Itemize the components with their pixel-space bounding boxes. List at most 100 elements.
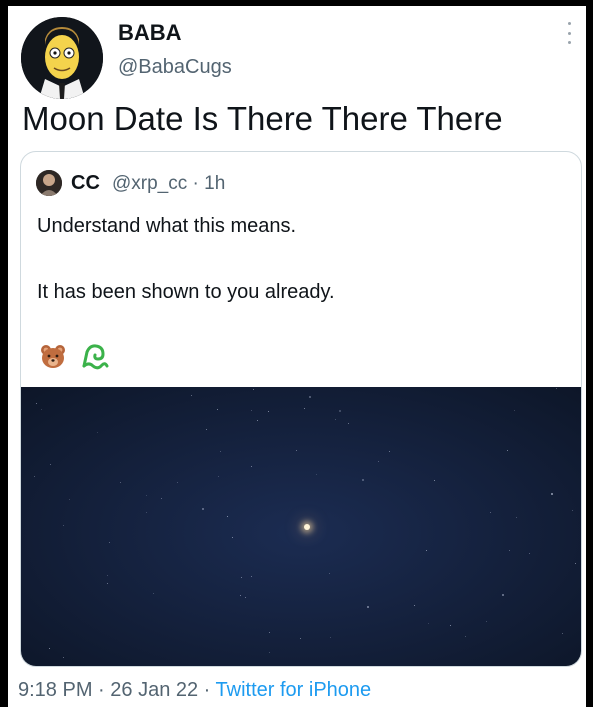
star [206, 429, 207, 430]
more-options-icon[interactable] [566, 22, 572, 44]
star [109, 542, 110, 543]
star [49, 648, 50, 649]
star [227, 516, 228, 517]
star [161, 498, 162, 499]
star [556, 388, 557, 389]
tweet-date[interactable]: 26 Jan 22 [110, 679, 198, 701]
star [465, 636, 466, 637]
star [329, 573, 330, 574]
star [177, 482, 178, 483]
star [502, 594, 504, 596]
star [36, 403, 37, 404]
star [251, 576, 252, 577]
star [50, 464, 51, 465]
star [486, 621, 487, 622]
bear-emoji-icon [41, 345, 65, 368]
emoji-row [39, 342, 109, 370]
quoted-author-handle[interactable]: @xrp_cc [112, 173, 187, 194]
star [316, 474, 317, 475]
quoted-avatar[interactable] [36, 170, 62, 196]
tweet-time[interactable]: 9:18 PM [18, 679, 92, 701]
star [251, 466, 252, 467]
star [269, 652, 270, 653]
star [120, 482, 121, 483]
star [529, 553, 530, 554]
tweet-screenshot: BABA @BabaCugs Moon Date Is There There … [0, 0, 593, 707]
footer-separator: · [92, 679, 111, 701]
star [514, 410, 515, 411]
author-avatar[interactable] [21, 17, 103, 99]
star [309, 396, 311, 398]
star [428, 623, 429, 624]
quoted-author-name[interactable]: CC [71, 172, 100, 195]
star [414, 605, 415, 606]
quoted-avatar-icon [36, 170, 62, 196]
star [232, 537, 233, 538]
footer-separator: · [198, 679, 216, 701]
star [217, 409, 218, 410]
star [146, 512, 147, 513]
star [339, 410, 341, 412]
star [509, 550, 510, 551]
star [97, 432, 98, 433]
star [562, 633, 563, 634]
star [296, 450, 297, 451]
star [389, 451, 390, 452]
star [426, 550, 427, 551]
left-border [0, 0, 8, 707]
star [107, 583, 108, 584]
star [245, 597, 246, 598]
tweet-source[interactable]: Twitter for iPhone [216, 679, 372, 701]
tweet-text: Moon Date Is There There There [22, 100, 503, 137]
star [253, 389, 254, 390]
star [63, 657, 64, 658]
quoted-meta: @xrp_cc · 1h [112, 173, 225, 195]
star [268, 411, 269, 412]
star [63, 525, 64, 526]
star [362, 479, 364, 481]
star [107, 575, 108, 576]
quoted-text-line-2: It has been shown to you already. [37, 281, 335, 303]
star [575, 563, 576, 564]
quoted-text-line-1: Understand what this means. [37, 215, 297, 237]
star [335, 419, 336, 420]
star [34, 476, 35, 477]
star [367, 606, 369, 608]
star [240, 595, 241, 596]
star [304, 408, 305, 409]
star [41, 409, 42, 410]
star [257, 420, 258, 421]
author-name[interactable]: BABA [118, 20, 182, 46]
star [269, 632, 270, 633]
night-sky-image[interactable] [21, 387, 581, 666]
star [241, 577, 242, 578]
star [69, 499, 70, 500]
star [348, 423, 349, 424]
star [202, 508, 204, 510]
tweet-footer: 9:18 PM · 26 Jan 22 · Twitter for iPhone [18, 679, 371, 702]
quoted-age[interactable]: 1h [204, 173, 225, 194]
cartoon-avatar-icon [21, 17, 103, 99]
moon-light [304, 524, 310, 530]
star [220, 451, 221, 452]
star [434, 480, 435, 481]
star [330, 637, 331, 638]
star [153, 593, 154, 594]
top-border [0, 0, 593, 6]
right-border [586, 0, 593, 707]
star [300, 638, 301, 639]
star [551, 493, 553, 495]
author-handle[interactable]: @BabaCugs [118, 56, 232, 79]
quoted-tweet[interactable]: CC @xrp_cc · 1h Understand what this mea… [20, 151, 582, 667]
star [218, 476, 219, 477]
star [507, 450, 508, 451]
star [191, 395, 192, 396]
star [490, 512, 491, 513]
star [378, 461, 379, 462]
quoted-separator: · [192, 173, 199, 194]
star [572, 510, 573, 511]
wave-emoji-icon [82, 344, 109, 370]
star [516, 517, 517, 518]
star [251, 410, 252, 411]
star [146, 495, 147, 496]
